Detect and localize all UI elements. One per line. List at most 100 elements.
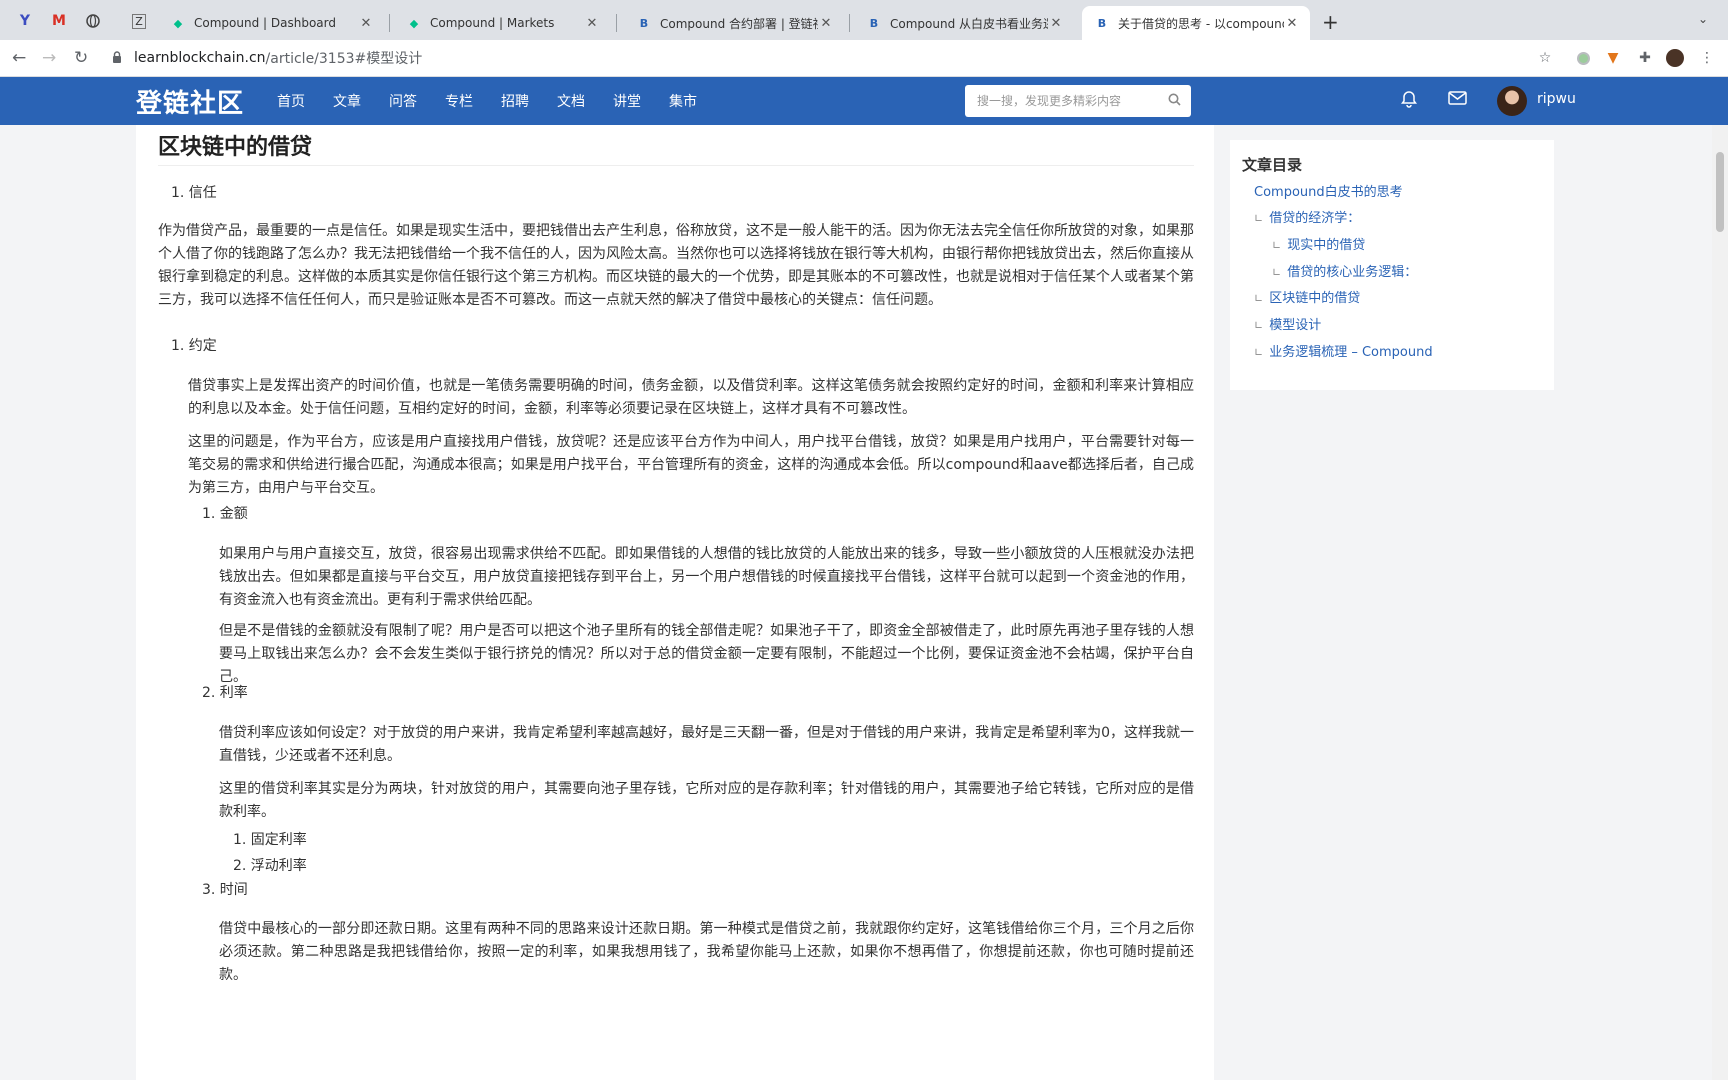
tree-branch-icon: ∟ xyxy=(1254,292,1264,305)
toc-item-label: 借贷的核心业务逻辑： xyxy=(1287,265,1418,280)
list-item-floating-rate: 2. 浮动利率 xyxy=(233,858,307,874)
paragraph-time-1: 借贷中最核心的一部分即还款日期。这里有两种不同的思路来设计还款日期。第一种模式是… xyxy=(219,921,1194,983)
list-item-agreement: 1. 约定 xyxy=(171,338,217,354)
mail-icon[interactable] xyxy=(1448,90,1467,111)
menu-kebab-icon[interactable]: ⋮ xyxy=(1698,49,1716,67)
close-icon[interactable]: ✕ xyxy=(1048,16,1064,31)
extension-circle-icon[interactable] xyxy=(1574,49,1592,67)
toc-item-label: 业务逻辑梳理 – Compound xyxy=(1269,345,1433,360)
back-arrow-icon[interactable]: ← xyxy=(12,48,26,68)
pinned-tab-globe-icon[interactable] xyxy=(82,10,104,32)
site-header: 登链社区 首页 文章 问答 专栏 招聘 文档 讲堂 集市 ripwu xyxy=(0,77,1728,125)
close-icon[interactable]: ✕ xyxy=(818,16,834,31)
paragraph-rate-2: 这里的借贷利率其实是分为两块，针对放贷的用户，其需要向池子里存钱，它所对应的是存… xyxy=(219,781,1194,820)
toc-item-real-lending[interactable]: ∟ 现实中的借贷 xyxy=(1272,234,1365,253)
page-scrollbar[interactable] xyxy=(1712,125,1728,1080)
tab-divider xyxy=(389,14,390,32)
paragraph-trust: 作为借贷产品，最重要的一点是信任。如果是现实生活中，要把钱借出去产生利息，俗称放… xyxy=(158,223,1194,308)
nav-columns[interactable]: 专栏 xyxy=(445,91,473,111)
leaf-icon: ◆ xyxy=(173,16,183,30)
tab-title: Compound | Dashboard xyxy=(194,16,336,30)
search-icon[interactable] xyxy=(1168,93,1181,110)
paragraph-amount-2: 但是不是借钱的金额就没有限制了呢？用户是否可以把这个池子里所有的钱全部借走呢？如… xyxy=(219,623,1194,685)
list-item-fixed-rate: 1. 固定利率 xyxy=(233,832,307,848)
list-item-amount: 1. 金额 xyxy=(202,506,248,522)
scrollbar-thumb[interactable] xyxy=(1716,152,1724,232)
toc-item-label: 模型设计 xyxy=(1269,318,1322,333)
nav-docs[interactable]: 文档 xyxy=(557,91,585,111)
learnblockchain-icon: B xyxy=(869,16,879,30)
toc-item-whitepaper[interactable]: Compound白皮书的思考 xyxy=(1254,181,1403,200)
paragraph-agreement-2: 这里的问题是，作为平台方，应该是用户直接找用户借钱，放贷呢？还是应该平台方作为中… xyxy=(188,434,1194,496)
close-icon[interactable]: ✕ xyxy=(358,16,374,31)
nav-lectures[interactable]: 讲堂 xyxy=(613,91,641,111)
toc-title: 文章目录 xyxy=(1242,156,1303,174)
close-icon[interactable]: ✕ xyxy=(584,16,600,31)
tree-branch-icon: ∟ xyxy=(1272,266,1282,279)
user-avatar[interactable] xyxy=(1497,86,1527,116)
toc-item-blockchain-lending[interactable]: ∟ 区块链中的借贷 xyxy=(1254,287,1360,306)
nav-qa[interactable]: 问答 xyxy=(389,91,417,111)
tab-title: Compound | Markets xyxy=(430,16,555,30)
tab-title: Compound 合约部署 | 登链社区 xyxy=(660,16,818,31)
tab-search-chevron-icon[interactable]: ⌄ xyxy=(1698,12,1708,26)
pinned-tab-z-icon[interactable]: Z xyxy=(128,10,150,32)
bookmark-star-icon[interactable]: ☆ xyxy=(1536,49,1554,67)
nav-articles[interactable]: 文章 xyxy=(333,91,361,111)
leaf-icon: ◆ xyxy=(409,16,419,30)
learnblockchain-icon: B xyxy=(639,16,649,30)
url-path: /article/3153#模型设计 xyxy=(265,51,423,67)
tree-branch-icon: ∟ xyxy=(1254,319,1264,332)
reload-icon[interactable]: ↻ xyxy=(74,48,88,68)
nav-home[interactable]: 首页 xyxy=(277,91,305,111)
tab-compound-whitepaper[interactable]: B Compound 从白皮书看业务逻辑 ✕ xyxy=(854,6,1074,40)
list-item-rate: 2. 利率 xyxy=(202,685,248,701)
toc-item-label: 现实中的借贷 xyxy=(1287,238,1366,253)
forward-arrow-icon[interactable]: → xyxy=(42,48,56,68)
bell-icon[interactable] xyxy=(1400,90,1418,113)
tree-branch-icon: ∟ xyxy=(1272,239,1282,252)
tab-compound-markets[interactable]: ◆ Compound | Markets ✕ xyxy=(394,6,610,40)
tab-title: 关于借贷的思考 - 以compound xyxy=(1118,16,1284,31)
tab-compound-deploy[interactable]: B Compound 合约部署 | 登链社区 ✕ xyxy=(624,6,844,40)
toc-item-label: Compound白皮书的思考 xyxy=(1254,185,1403,200)
search-input[interactable] xyxy=(977,94,1168,108)
close-icon[interactable]: ✕ xyxy=(1284,16,1300,31)
browser-tab-strip: Y M Z ◆ Compound | Dashboard ✕ ◆ Compoun… xyxy=(0,0,1728,40)
tree-branch-icon: ∟ xyxy=(1254,212,1264,225)
url-host: learnblockchain.cn xyxy=(134,50,266,66)
toc-item-label: 区块链中的借贷 xyxy=(1269,291,1361,306)
nav-jobs[interactable]: 招聘 xyxy=(501,91,529,111)
list-item-time: 3. 时间 xyxy=(202,882,248,898)
toc-item-core-logic[interactable]: ∟ 借贷的核心业务逻辑： xyxy=(1272,261,1417,280)
list-item-trust: 1. 信任 xyxy=(171,185,217,201)
paragraph-amount-1: 如果用户与用户直接交互，放贷，很容易出现需求供给不匹配。即如果借钱的人想借的钱比… xyxy=(219,546,1194,608)
table-of-contents: 文章目录 Compound白皮书的思考 ∟ 借贷的经济学： ∟ 现实中的借贷 ∟ 借贷… xyxy=(1230,140,1554,390)
article-body: 区块链中的借贷 1. 信任 作为借贷产品，最重要的一点是信任。如果是现实生活中，… xyxy=(136,125,1214,1080)
paragraph-rate-1: 借贷利率应该如何设定？对于放贷的用户来讲，我肯定希望利率越高越好，最好是三天翻一… xyxy=(219,725,1194,764)
toc-item-model-design[interactable]: ∟ 模型设计 xyxy=(1254,314,1321,333)
tab-compound-dashboard[interactable]: ◆ Compound | Dashboard ✕ xyxy=(158,6,384,40)
new-tab-button[interactable]: + xyxy=(1322,10,1339,34)
paragraph-agreement-1: 借贷事实上是发挥出资产的时间价值，也就是一笔债务需要明确的时间，债务金额，以及借… xyxy=(188,378,1194,417)
extensions-puzzle-icon[interactable]: ✚ xyxy=(1636,49,1654,67)
site-logo[interactable]: 登链社区 xyxy=(136,83,244,120)
address-bar[interactable]: learnblockchain.cn/article/3153#模型设计 xyxy=(112,45,1552,71)
username[interactable]: ripwu xyxy=(1537,91,1576,107)
toc-item-business-logic[interactable]: ∟ 业务逻辑梳理 – Compound xyxy=(1254,341,1433,360)
tab-divider xyxy=(849,14,850,32)
tab-lending-thoughts[interactable]: B 关于借贷的思考 - 以compound ✕ xyxy=(1082,6,1310,40)
metamask-fox-icon[interactable]: ▼ xyxy=(1604,49,1622,67)
pinned-tab-gmail-icon[interactable]: M xyxy=(48,10,70,32)
lock-icon xyxy=(112,50,122,66)
main-nav: 首页 文章 问答 专栏 招聘 文档 讲堂 集市 xyxy=(277,77,697,125)
section-heading: 区块链中的借贷 xyxy=(158,135,313,160)
toc-item-label: 借贷的经济学： xyxy=(1269,211,1361,226)
nav-market[interactable]: 集市 xyxy=(669,91,697,111)
tree-branch-icon: ∟ xyxy=(1254,346,1264,359)
profile-avatar-icon[interactable] xyxy=(1666,49,1684,67)
pinned-tab-y-icon[interactable]: Y xyxy=(14,10,36,32)
heading-divider xyxy=(158,165,1194,166)
site-search xyxy=(965,85,1191,117)
toc-item-economics[interactable]: ∟ 借贷的经济学： xyxy=(1254,207,1360,226)
